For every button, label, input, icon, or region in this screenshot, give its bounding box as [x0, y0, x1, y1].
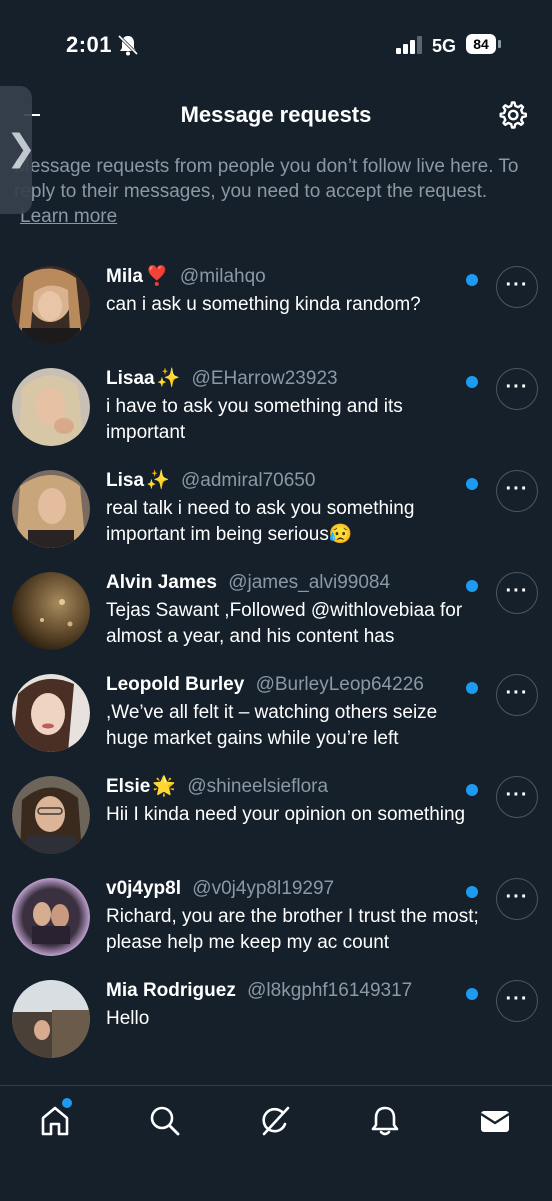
page-title: Message requests [180, 102, 372, 127]
request-header: v0j4yp8l @v0j4yp8l19297 [106, 876, 466, 902]
message-preview: real talk i need to ask you something im… [106, 498, 415, 545]
sender-handle: @admiral70650 [180, 470, 316, 491]
home-icon[interactable] [38, 1104, 72, 1138]
message-preview: Richard, you are the brother I trust the… [106, 906, 479, 953]
unread-dot [466, 376, 478, 388]
avatar [12, 878, 90, 956]
sender-name: Mia Rodriguez [106, 980, 236, 1001]
message-preview: can i ask u something kinda random? [106, 294, 421, 315]
battery-level: 84 [466, 34, 496, 54]
more-options-button[interactable]: ··· [496, 674, 538, 716]
message-request-row[interactable]: Elsie 🌟 @shineelsieflora Hii I kinda need… [0, 772, 552, 874]
request-header: Lisa ✨ @admiral70650 [106, 468, 466, 494]
notifications-icon[interactable] [368, 1104, 402, 1138]
grok-icon[interactable] [258, 1104, 292, 1138]
more-options-button[interactable]: ··· [496, 572, 538, 614]
name-emoji: ❣️ [144, 266, 169, 287]
more-options-button[interactable]: ··· [496, 776, 538, 818]
sender-handle: @shineelsieflora [187, 776, 329, 797]
more-options-button[interactable]: ··· [496, 368, 538, 410]
side-drawer-handle[interactable]: ❯ [0, 86, 36, 214]
avatar [12, 368, 90, 446]
message-request-list: Mila ❣️ @milahqo can i ask u something ki… [0, 262, 552, 1078]
status-time: 2:01 [66, 32, 113, 57]
sender-handle: @BurleyLeop64226 [255, 674, 424, 695]
sender-name: Lisa [106, 470, 145, 491]
message-request-row[interactable]: Lisaa ✨ @EHarrow23923 i have to ask you s… [0, 364, 552, 466]
sender-name: v0j4yp8l [106, 878, 181, 899]
message-request-row[interactable]: Alvin James @james_alvi99084 Tejas Sawan… [0, 568, 552, 670]
message-preview: Tejas Sawant ,Followed @withlovebiaa for… [106, 600, 463, 647]
avatar [12, 266, 90, 344]
intro-description: Message requests from people you don’t f… [14, 156, 519, 202]
unread-dot [466, 580, 478, 592]
more-options-button[interactable]: ··· [496, 878, 538, 920]
message-preview: i have to ask you something and its impo… [106, 396, 403, 443]
message-request-row[interactable]: Lisa ✨ @admiral70650 real talk i need to … [0, 466, 552, 568]
sender-handle: @EHarrow23923 [191, 368, 338, 389]
avatar [12, 470, 90, 548]
request-header: Mia Rodriguez @l8kgphf16149317 [106, 978, 466, 1004]
request-header: Lisaa ✨ @EHarrow23923 [106, 366, 466, 392]
message-request-row[interactable]: Leopold Burley @BurleyLeop64226 ,We’ve a… [0, 670, 552, 772]
battery-cap [498, 40, 501, 48]
unread-dot [466, 274, 478, 286]
network-type: 5G [432, 36, 457, 56]
request-header: Leopold Burley @BurleyLeop64226 [106, 672, 466, 698]
header: Message requests [0, 90, 552, 146]
request-header: Mila ❣️ @milahqo [106, 264, 466, 290]
silent-bell-icon [117, 34, 139, 56]
unread-dot [466, 682, 478, 694]
sender-handle: @milahqo [179, 266, 266, 287]
more-options-button[interactable]: ··· [496, 470, 538, 512]
battery-icon: 84 [466, 34, 502, 56]
unread-dot [466, 988, 478, 1000]
more-options-button[interactable]: ··· [496, 980, 538, 1022]
message-request-row[interactable]: Mia Rodriguez @l8kgphf16149317 Hello ··· [0, 976, 552, 1078]
settings-gear-icon[interactable] [498, 100, 528, 130]
request-header: Elsie 🌟 @shineelsieflora [106, 774, 466, 800]
name-emoji: ✨ [156, 368, 181, 389]
sender-name: Leopold Burley [106, 674, 245, 695]
name-emoji: 🌟 [152, 776, 177, 797]
avatar [12, 980, 90, 1058]
avatar [12, 572, 90, 650]
messages-icon[interactable] [478, 1104, 512, 1138]
bottom-tab-bar [0, 1085, 552, 1201]
avatar [12, 776, 90, 854]
unread-dot [466, 886, 478, 898]
home-notification-dot [62, 1098, 72, 1108]
intro-text: Message requests from people you don’t f… [14, 154, 538, 229]
message-preview: Hii I kinda need your opinion on somethi… [106, 804, 466, 825]
search-icon[interactable] [148, 1104, 182, 1138]
sender-handle: @l8kgphf16149317 [247, 980, 413, 1001]
status-bar: 2:01 5G 84 [0, 0, 552, 90]
sender-name: Alvin James [106, 572, 217, 593]
avatar [12, 674, 90, 752]
request-header: Alvin James @james_alvi99084 [106, 570, 466, 596]
name-emoji: ✨ [146, 470, 170, 491]
unread-dot [466, 784, 478, 796]
signal-icon [396, 36, 422, 54]
chevron-right-icon: ❯ [6, 128, 37, 169]
sender-name: Elsie [106, 776, 151, 797]
sender-name: Lisaa [106, 368, 155, 389]
sender-name: Mila [106, 266, 143, 287]
unread-dot [466, 478, 478, 490]
more-options-button[interactable]: ··· [496, 266, 538, 308]
sender-handle: @james_alvi99084 [228, 572, 391, 593]
message-request-row[interactable]: v0j4yp8l @v0j4yp8l19297 Richard, you are… [0, 874, 552, 976]
message-preview: Hello [106, 1008, 150, 1029]
message-preview: ,We’ve all felt it – watching others sei… [106, 702, 438, 749]
learn-more-link[interactable]: Learn more [20, 206, 117, 227]
sender-handle: @v0j4yp8l19297 [192, 878, 335, 899]
message-request-row[interactable]: Mila ❣️ @milahqo can i ask u something ki… [0, 262, 552, 364]
